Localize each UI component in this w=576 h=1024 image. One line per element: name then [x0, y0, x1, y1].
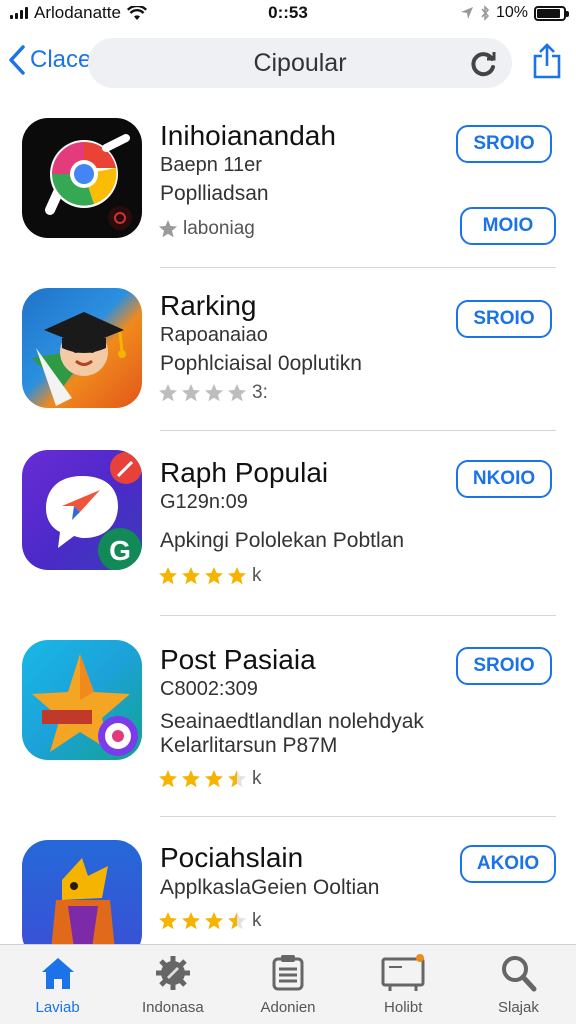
star-icon [182, 384, 200, 402]
rating-text: k [252, 565, 262, 586]
gear-icon [155, 956, 190, 990]
home-icon [41, 958, 74, 989]
app-title: Inihoianandah [160, 120, 336, 151]
app-title: Rarking [160, 290, 257, 321]
app-rating: k [158, 768, 262, 790]
star-icon [205, 384, 223, 402]
app-category: Apkingi Pololekan Pobtlan [160, 529, 405, 552]
page-title: Cipoular [253, 48, 347, 77]
battery-icon [534, 5, 569, 21]
app-rating: k [158, 565, 262, 587]
battery-percent: 10% [495, 4, 528, 21]
chevron-left-icon [9, 45, 25, 75]
rating-text: k [252, 910, 262, 931]
bluetooth-icon [481, 5, 490, 21]
divider [160, 816, 556, 817]
tv-icon [381, 954, 425, 991]
tab-label: Holibt [384, 999, 423, 1016]
svg-text:G: G [109, 535, 131, 566]
get-button[interactable]: SROIO [456, 300, 552, 338]
app-category: ApplkaslaGeien Ooltian [160, 876, 380, 899]
status-right: 10% [460, 4, 569, 22]
star-icon [159, 220, 177, 238]
star-icon [228, 912, 246, 930]
star-icon [159, 567, 177, 585]
star-logo-icon [32, 654, 138, 756]
search-icon [502, 956, 537, 992]
app-category: Pophlciaisal 0oplutikn [160, 352, 362, 375]
browser-logo-icon [45, 134, 132, 230]
star-icon [182, 770, 200, 788]
app-subtitle: G129n:09 [160, 491, 248, 513]
rating-text: 3: [252, 382, 268, 403]
wifi-icon [126, 5, 147, 20]
status-left: Arlodanatte [10, 3, 210, 23]
app-subtitle: Baepn 11er [160, 154, 262, 176]
get-button[interactable]: SROIO [456, 647, 552, 685]
document-icon [272, 955, 304, 991]
app-icon-browser[interactable] [22, 118, 142, 238]
app-title: Post Pasiaia [160, 644, 316, 675]
app-icon-star[interactable] [22, 640, 142, 760]
star-icon [159, 770, 177, 788]
tab-laviab[interactable]: Laviab [0, 945, 115, 1024]
open-button[interactable]: MOIO [460, 207, 556, 245]
star-icon [228, 384, 246, 402]
app-icon-character[interactable] [22, 840, 142, 960]
app-icon-graduation[interactable] [22, 288, 142, 408]
app-subtitle: C8002:309 [160, 678, 258, 700]
get-button[interactable]: NKOIO [456, 460, 552, 498]
tab-slajak[interactable]: Slajak [461, 945, 576, 1024]
tab-label: Slajak [497, 999, 539, 1016]
rating-text: k [252, 768, 262, 789]
tab-label: Laviab [35, 999, 80, 1016]
signal-icon [10, 7, 28, 19]
graduation-cap-icon [32, 312, 126, 406]
character-icon [50, 858, 116, 960]
star-icon [228, 567, 246, 585]
tab-indonasa[interactable]: Indonasa [115, 945, 230, 1024]
star-icon [159, 912, 177, 930]
tab-adonien[interactable]: Adonien [230, 945, 345, 1024]
divider [160, 267, 556, 268]
app-rating: laboniag [158, 218, 255, 240]
back-button[interactable]: Clace [8, 44, 91, 76]
app-description: Kelarlitarsun P87M [160, 734, 338, 757]
title-pill[interactable]: Cipoular [88, 38, 512, 88]
app-title: Raph Populai [160, 457, 329, 488]
status-bar: Arlodanatte 0::53 10% [0, 0, 576, 26]
app-title: Pociahslain [160, 842, 304, 873]
tab-label: Indonasa [141, 999, 204, 1016]
app-category: Seainaedtlandlan nolehdyak [160, 710, 424, 733]
back-label: Clace [30, 46, 92, 73]
star-icon [205, 912, 223, 930]
nav-bar: Clace Cipoular [0, 34, 576, 92]
get-button[interactable]: SROIO [456, 125, 552, 163]
divider [160, 430, 556, 431]
chat-bubble-icon: G [46, 452, 142, 570]
star-icon [182, 912, 200, 930]
app-subtitle: Rapoanaiao [160, 324, 268, 346]
app-rating: k [158, 910, 262, 932]
carrier-label: Arlodanatte [34, 3, 121, 22]
rating-text: laboniag [183, 218, 255, 239]
star-icon [228, 770, 246, 788]
share-icon[interactable] [532, 42, 562, 80]
get-button[interactable]: AKOIO [460, 845, 556, 883]
refresh-icon[interactable] [470, 50, 498, 78]
app-category: Poplliadsan [160, 182, 269, 205]
star-icon [205, 567, 223, 585]
star-icon [159, 384, 177, 402]
tab-label: Adonien [260, 999, 316, 1016]
divider [160, 615, 556, 616]
app-icon-messenger[interactable]: G [22, 450, 142, 570]
star-icon [205, 770, 223, 788]
location-icon [460, 7, 473, 19]
tab-bar: Laviab Indonasa Adonien Holibt Slajak [0, 944, 576, 1024]
app-rating: 3: [158, 382, 268, 404]
star-icon [182, 567, 200, 585]
tab-holibt[interactable]: Holibt [346, 945, 461, 1024]
